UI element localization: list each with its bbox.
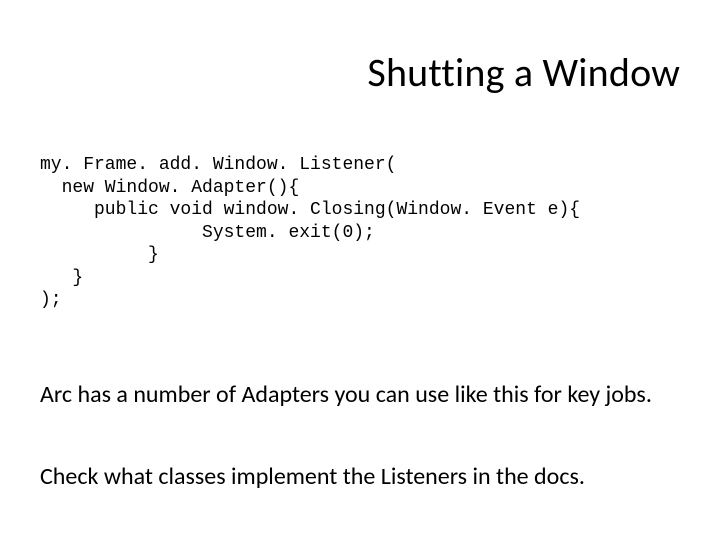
code-snippet: my. Frame. add. Window. Listener( new Wi… <box>40 154 680 312</box>
body-paragraph-2: Check what classes implement the Listene… <box>40 462 680 492</box>
slide-title: Shutting a Window <box>0 48 680 97</box>
slide: Shutting a Window my. Frame. add. Window… <box>0 0 720 540</box>
body-paragraph-1: Arc has a number of Adapters you can use… <box>40 380 680 410</box>
